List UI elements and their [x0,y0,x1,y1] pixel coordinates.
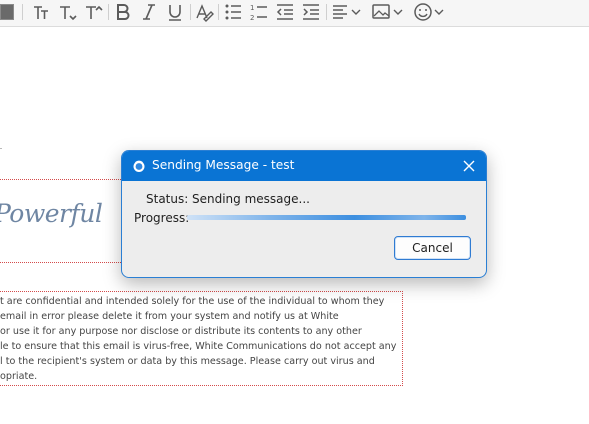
toolbar-separator [218,4,219,20]
dialog-title: Sending Message - test [152,158,295,172]
formatting-toolbar: 12 [0,0,589,27]
italic-icon[interactable] [140,2,158,22]
status-value: Sending message... [192,192,310,206]
cancel-button[interactable]: Cancel [394,236,471,260]
svg-text:2: 2 [250,14,254,22]
disclaimer-line: t are confidential and intended solely f… [0,296,385,307]
chevron-down-icon[interactable] [392,2,404,26]
chevron-down-icon[interactable] [350,2,362,26]
progress-label: Progress: [134,211,190,225]
thunderbird-app-icon [132,158,146,172]
indent-icon[interactable] [302,2,320,22]
status-label: Status: [146,192,189,206]
disclaimer-line: or use it for any purpose nor disclose o… [0,326,362,337]
insert-image-icon[interactable] [372,2,390,22]
bulleted-list-icon[interactable] [224,2,242,22]
editor-divider [0,148,2,149]
signature-logo-text: Powerful [0,199,103,228]
numbered-list-icon[interactable]: 12 [250,2,268,22]
close-icon[interactable] [460,157,478,175]
toolbar-separator [326,4,327,20]
disclaimer-line: opriate. [0,371,38,382]
color-swatch[interactable] [0,4,14,24]
disclaimer-line: l to the recipient's system or data by t… [0,356,375,367]
svg-text:1: 1 [250,4,254,12]
chevron-down-icon[interactable] [433,2,445,26]
toolbar-separator [22,4,23,20]
bold-icon[interactable] [114,2,132,22]
font-size-decrease-icon[interactable] [58,2,78,22]
progress-bar [187,215,466,220]
font-size-increase-icon[interactable] [84,2,104,22]
align-icon[interactable] [332,2,348,22]
toolbar-separator [108,4,109,20]
toolbar-separator [190,4,191,20]
sending-message-dialog: Sending Message - test Status: Sending m… [121,150,487,278]
disclaimer-line: le to ensure that this email is virus-fr… [0,341,397,352]
progress-bar-fill [187,215,466,220]
underline-icon[interactable] [166,2,184,22]
font-size-icon[interactable] [32,2,52,22]
disclaimer-line: email in error please delete it from you… [0,311,339,322]
clear-formatting-icon[interactable] [194,2,214,22]
outdent-icon[interactable] [276,2,294,22]
dialog-titlebar[interactable]: Sending Message - test [122,151,486,181]
emoji-icon[interactable] [413,2,433,22]
